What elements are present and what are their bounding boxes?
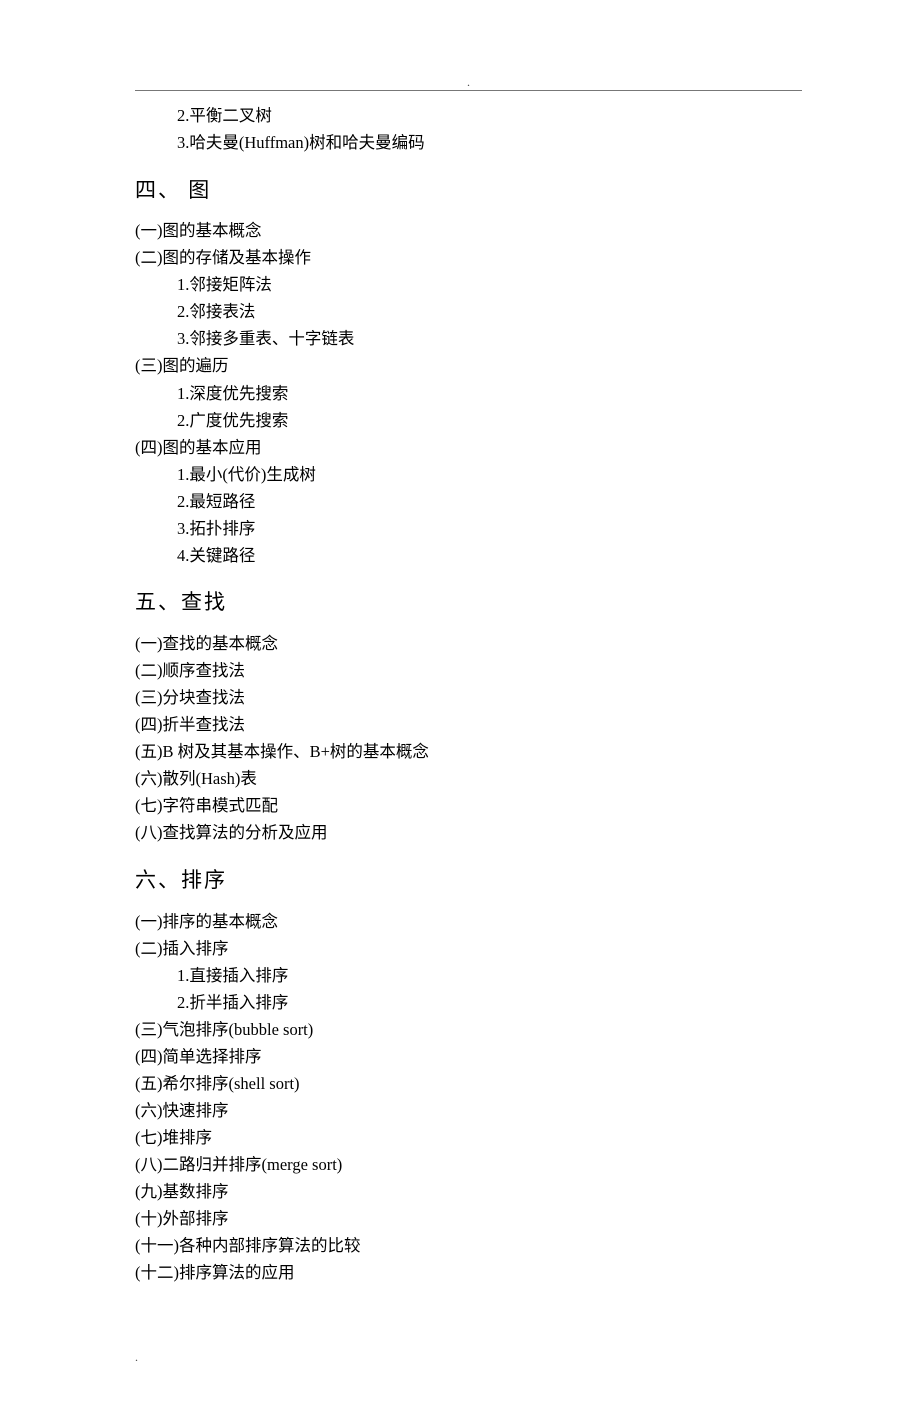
outline-item: (七)堆排序: [135, 1125, 802, 1151]
outline-item: (九)基数排序: [135, 1179, 802, 1205]
outline-item: (一)排序的基本概念: [135, 909, 802, 935]
section-heading-4: 四、 图: [135, 174, 802, 207]
outline-item: (十)外部排序: [135, 1206, 802, 1232]
outline-subitem: 1.深度优先搜索: [135, 381, 802, 407]
header-rule: [135, 90, 802, 91]
outline-item: (三)气泡排序(bubble sort): [135, 1017, 802, 1043]
outline-item: (二)顺序查找法: [135, 658, 802, 684]
outline-item: (二)插入排序: [135, 936, 802, 962]
outline-item: (八)查找算法的分析及应用: [135, 820, 802, 846]
outline-item: (五)希尔排序(shell sort): [135, 1071, 802, 1097]
outline-item: (六)快速排序: [135, 1098, 802, 1124]
outline-item: (三)分块查找法: [135, 685, 802, 711]
outline-subitem: 2.平衡二叉树: [135, 103, 802, 129]
outline-subitem: 1.直接插入排序: [135, 963, 802, 989]
section-heading-5: 五、查找: [135, 586, 802, 619]
outline-item: (十二)排序算法的应用: [135, 1260, 802, 1286]
footer-dot: .: [135, 1348, 802, 1367]
outline-subitem: 2.广度优先搜索: [135, 408, 802, 434]
outline-subitem: 2.折半插入排序: [135, 990, 802, 1016]
outline-item: (二)图的存储及基本操作: [135, 245, 802, 271]
outline-subitem: 3.哈夫曼(Huffman)树和哈夫曼编码: [135, 130, 802, 156]
section-heading-6: 六、排序: [135, 864, 802, 897]
outline-item: (七)字符串模式匹配: [135, 793, 802, 819]
outline-subitem: 1.邻接矩阵法: [135, 272, 802, 298]
outline-subitem: 2.最短路径: [135, 489, 802, 515]
outline-item: (一)查找的基本概念: [135, 631, 802, 657]
outline-item: (八)二路归并排序(merge sort): [135, 1152, 802, 1178]
outline-subitem: 1.最小(代价)生成树: [135, 462, 802, 488]
outline-item: (五)B 树及其基本操作、B+树的基本概念: [135, 739, 802, 765]
outline-item: (四)图的基本应用: [135, 435, 802, 461]
outline-item: (四)折半查找法: [135, 712, 802, 738]
outline-subitem: 2.邻接表法: [135, 299, 802, 325]
outline-item: (六)散列(Hash)表: [135, 766, 802, 792]
outline-subitem: 3.邻接多重表、十字链表: [135, 326, 802, 352]
outline-item: (一)图的基本概念: [135, 218, 802, 244]
document-page: 2.平衡二叉树 3.哈夫曼(Huffman)树和哈夫曼编码 四、 图 (一)图的…: [0, 0, 920, 1407]
outline-item: (三)图的遍历: [135, 353, 802, 379]
outline-item: (十一)各种内部排序算法的比较: [135, 1233, 802, 1259]
outline-subitem: 3.拓扑排序: [135, 516, 802, 542]
outline-subitem: 4.关键路径: [135, 543, 802, 569]
outline-item: (四)简单选择排序: [135, 1044, 802, 1070]
